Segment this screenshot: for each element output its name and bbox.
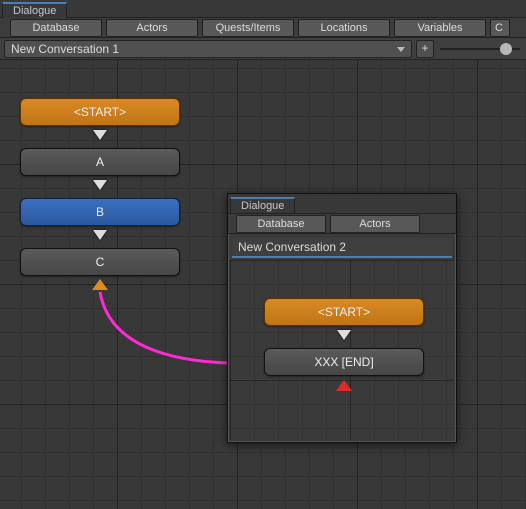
- triangle-up-orange-icon: [92, 279, 108, 290]
- sub-tab-bar: Dialogue: [228, 194, 456, 214]
- node-c[interactable]: C: [20, 248, 180, 276]
- tab-dialogue[interactable]: Dialogue: [2, 2, 67, 18]
- arrow-down-icon: [93, 180, 107, 190]
- arrow-down-icon: [93, 130, 107, 140]
- sub-toolbar-actors[interactable]: Actors: [330, 215, 420, 233]
- sub-conversation-panel[interactable]: Dialogue Database Actors New Conversatio…: [227, 193, 457, 443]
- sub-node-end[interactable]: XXX [END]: [264, 348, 424, 376]
- toolbar-actors[interactable]: Actors: [106, 19, 198, 37]
- conversation-dropdown[interactable]: New Conversation 1: [4, 40, 412, 58]
- node-a[interactable]: A: [20, 148, 180, 176]
- zoom-slider[interactable]: [440, 40, 520, 58]
- sub-toolbar-database[interactable]: Database: [236, 215, 326, 233]
- arrow-down-icon: [93, 230, 107, 240]
- slider-knob[interactable]: [500, 43, 512, 55]
- toolbar-locations[interactable]: Locations: [298, 19, 390, 37]
- cross-conversation-link: [0, 60, 300, 210]
- sub-node-start[interactable]: <START>: [264, 298, 424, 326]
- conversation-dropdown-label: New Conversation 1: [11, 42, 119, 56]
- arrow-down-icon: [337, 330, 351, 340]
- sub-toolbar: Database Actors: [228, 214, 456, 234]
- sub-conversation-dropdown[interactable]: New Conversation 2: [232, 238, 452, 258]
- outer-toolbar: Database Actors Quests/Items Locations V…: [0, 18, 526, 38]
- triangle-up-red-icon: [336, 380, 352, 391]
- add-conversation-button[interactable]: +: [416, 40, 434, 58]
- outer-tab-bar: Dialogue: [0, 0, 526, 18]
- sub-graph-canvas[interactable]: <START> XXX [END]: [230, 260, 454, 440]
- chevron-down-icon: [397, 47, 405, 52]
- node-start[interactable]: <START>: [20, 98, 180, 126]
- toolbar-variables[interactable]: Variables: [394, 19, 486, 37]
- toolbar-quests[interactable]: Quests/Items: [202, 19, 294, 37]
- conversation-bar: New Conversation 1 +: [0, 38, 526, 60]
- graph-canvas[interactable]: <START> A B C Dialogue Database Actors N…: [0, 60, 526, 509]
- sub-tab-dialogue[interactable]: Dialogue: [230, 197, 295, 213]
- toolbar-conversations-cut[interactable]: C: [490, 19, 510, 37]
- toolbar-database[interactable]: Database: [10, 19, 102, 37]
- node-b[interactable]: B: [20, 198, 180, 226]
